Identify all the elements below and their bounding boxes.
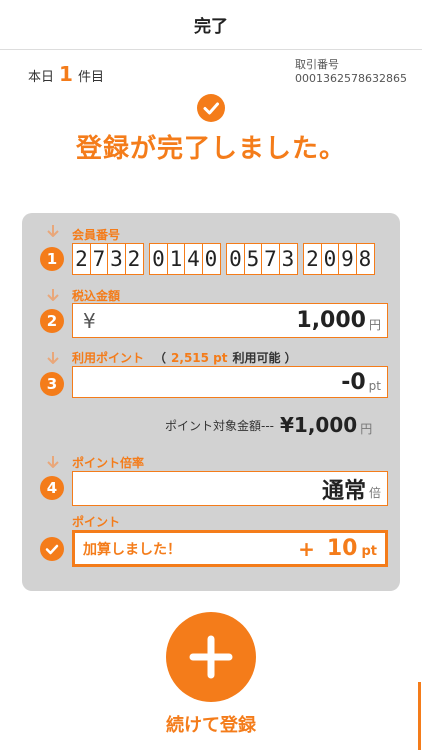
digit: 0 bbox=[226, 243, 245, 275]
digit: 1 bbox=[166, 243, 186, 275]
points-added-unit: pt bbox=[361, 544, 377, 559]
available-suffix: 利用可能 ） bbox=[232, 351, 297, 365]
digit: 2 bbox=[124, 243, 144, 275]
amount-unit: 円 bbox=[368, 318, 381, 332]
digit: 0 bbox=[320, 243, 340, 275]
status-message: 登録が完了しました。 bbox=[75, 134, 346, 164]
amount-label: 税込金額 bbox=[72, 289, 121, 303]
digit: 3 bbox=[278, 243, 298, 275]
digit: 2 bbox=[303, 243, 322, 275]
digit: 7 bbox=[261, 243, 280, 275]
points-use-label: 利用ポイント bbox=[72, 351, 145, 365]
today-prefix: 本日 bbox=[28, 70, 55, 85]
digit: 7 bbox=[89, 243, 109, 275]
digit: 9 bbox=[338, 243, 357, 275]
points-added-message: 加算しました！ bbox=[83, 541, 181, 558]
down-arrow-icon bbox=[47, 225, 59, 237]
points-added-value: 10 bbox=[326, 536, 358, 561]
digit-group-4: 2 0 9 8 bbox=[303, 243, 375, 275]
today-count: 本日 1 件目 bbox=[28, 62, 104, 86]
continue-button[interactable] bbox=[166, 612, 256, 702]
points-use-header: 利用ポイント （ 2,515 pt 利用可能 ） bbox=[72, 349, 297, 366]
step-4-badge: 4 bbox=[40, 476, 64, 500]
digit: 4 bbox=[184, 243, 203, 275]
transaction-number: 0001362578632865 bbox=[295, 72, 407, 85]
down-arrow-icon bbox=[47, 289, 59, 301]
multiplier-label: ポイント倍率 bbox=[72, 456, 145, 470]
multiplier-value: 通常 bbox=[321, 478, 366, 504]
member-label: 会員番号 bbox=[72, 228, 121, 242]
page-title: 完了 bbox=[194, 17, 228, 37]
step-2-badge: 2 bbox=[40, 309, 64, 333]
target-label: ポイント対象金額--- bbox=[165, 418, 274, 433]
digit-group-3: 0 5 7 3 bbox=[226, 243, 298, 275]
down-arrow-icon bbox=[47, 352, 59, 364]
multiplier-select[interactable]: 通常 倍 bbox=[72, 471, 388, 506]
amount-input[interactable]: ¥ 1,000 円 bbox=[72, 303, 388, 338]
step-3-badge: 3 bbox=[40, 372, 64, 396]
header: 完了 bbox=[0, 0, 422, 50]
points-use-input[interactable]: -0 pt bbox=[72, 366, 388, 398]
points-added-display: 加算しました！ + 10 pt bbox=[72, 530, 388, 567]
digit: 3 bbox=[107, 243, 126, 275]
check-icon bbox=[40, 537, 64, 561]
scroll-indicator bbox=[418, 682, 421, 750]
digit-group-1: 2 7 3 2 bbox=[72, 243, 144, 275]
target-amount-row: ポイント対象金額--- ¥1,000 円 bbox=[165, 413, 372, 437]
points-use-unit: pt bbox=[368, 379, 381, 393]
digit: 2 bbox=[72, 243, 91, 275]
transaction-label: 取引番号 bbox=[295, 58, 339, 71]
available-open: （ bbox=[154, 351, 167, 365]
target-unit: 円 bbox=[360, 421, 373, 436]
step-1-badge: 1 bbox=[40, 247, 64, 271]
continue-label[interactable]: 続けて登録 bbox=[0, 711, 422, 737]
currency-symbol: ¥ bbox=[83, 308, 96, 333]
digit: 8 bbox=[355, 243, 375, 275]
transaction-info: 取引番号 0001362578632865 bbox=[295, 58, 407, 86]
available-points: 2,515 pt bbox=[171, 351, 228, 365]
digit: 0 bbox=[149, 243, 168, 275]
digit: 5 bbox=[243, 243, 263, 275]
points-added-sign: + bbox=[298, 536, 315, 561]
points-use-value: -0 bbox=[341, 369, 366, 395]
amount-value: 1,000 bbox=[296, 308, 366, 333]
down-arrow-icon bbox=[47, 456, 59, 468]
today-suffix: 件目 bbox=[77, 70, 104, 85]
check-icon bbox=[197, 94, 225, 122]
digit-group-2: 0 1 4 0 bbox=[149, 243, 221, 275]
target-value: ¥1,000 bbox=[280, 413, 358, 437]
digit: 0 bbox=[201, 243, 221, 275]
today-count-value: 1 bbox=[59, 62, 73, 86]
plus-icon bbox=[189, 635, 233, 679]
member-number-input[interactable]: 2 7 3 2 0 1 4 0 0 5 7 3 2 0 9 8 bbox=[72, 243, 375, 275]
multiplier-unit: 倍 bbox=[368, 486, 381, 500]
points-added-label: ポイント bbox=[72, 515, 121, 529]
